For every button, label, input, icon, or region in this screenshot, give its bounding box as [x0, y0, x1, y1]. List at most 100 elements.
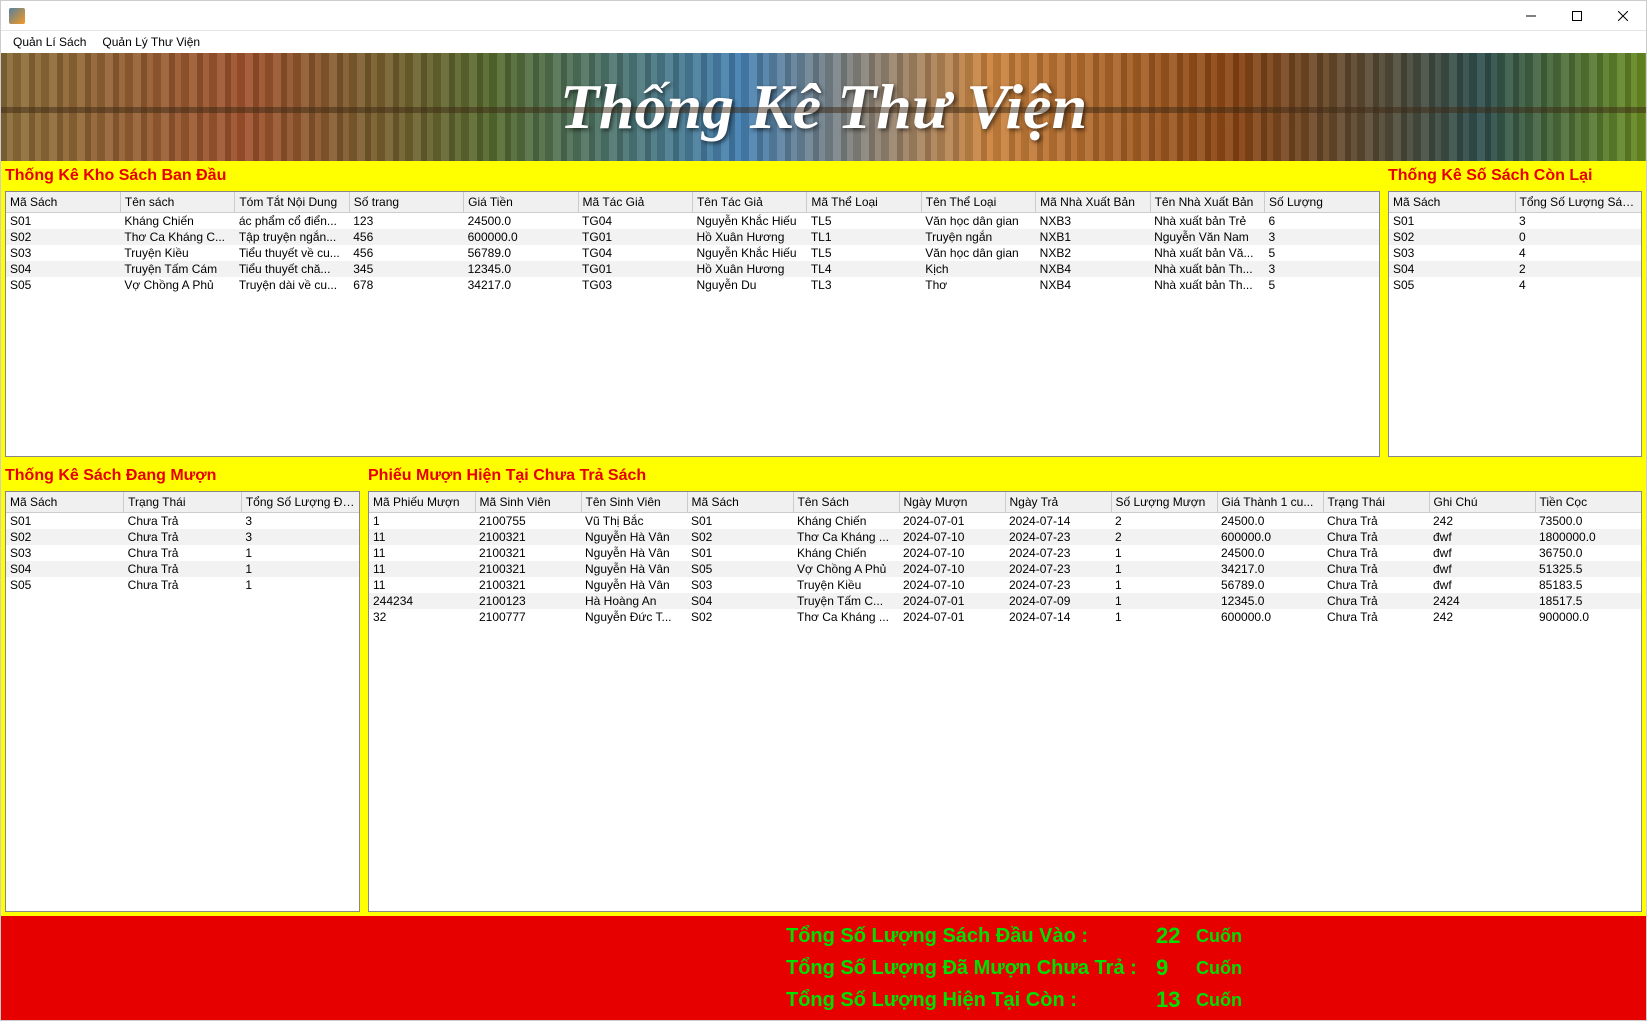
table-header[interactable]: Tên Thể Loại: [921, 192, 1035, 212]
table-cell: Chưa Trả: [124, 545, 242, 561]
table-cell: Nhà xuất bản Th...: [1150, 261, 1264, 277]
table-dangmuon[interactable]: Mã SáchTrạng TháiTổng Số Lượng Đan... S0…: [6, 492, 359, 593]
table-cell: Truyện ngắn: [921, 229, 1035, 245]
table-cell: 2100123: [475, 593, 581, 609]
table-header[interactable]: Tiền Cọc: [1535, 492, 1641, 512]
menu-quan-li-sach[interactable]: Quản Lí Sách: [7, 33, 92, 51]
table-row[interactable]: 322100777Nguyễn Đức T...S02Thơ Ca Kháng …: [369, 609, 1641, 625]
table-cell: 2024-07-23: [1005, 529, 1111, 545]
table-header[interactable]: Giá Tiền: [464, 192, 578, 212]
table-header[interactable]: Tên Nhà Xuất Bản: [1150, 192, 1264, 212]
table-header[interactable]: Mã Sách: [687, 492, 793, 512]
footer-label-borrowed: Tổng Số Lượng Đã Mượn Chưa Trả :: [786, 957, 1156, 980]
table-row[interactable]: S04Truyện Tấm CámTiểu thuyết chă...34512…: [6, 261, 1379, 277]
table-row[interactable]: S01Chưa Trả3: [6, 512, 359, 529]
table-phieu[interactable]: Mã Phiếu MượnMã Sinh ViênTên Sinh ViênMã…: [369, 492, 1641, 625]
table-cell: Truyện Tấm C...: [793, 593, 899, 609]
table-row[interactable]: S02Thơ Ca Kháng C...Tập truyện ngắn...45…: [6, 229, 1379, 245]
table-cell: TG04: [578, 212, 692, 229]
table-header[interactable]: Tóm Tắt Nội Dung: [235, 192, 349, 212]
table-row[interactable]: S042: [1389, 261, 1641, 277]
table-dangmuon-wrap[interactable]: Mã SáchTrạng TháiTổng Số Lượng Đan... S0…: [5, 491, 360, 912]
panel-con-lai: Thống Kê Số Sách Còn Lại Mã SáchTổng Số …: [1388, 163, 1642, 457]
menu-quan-ly-thu-vien[interactable]: Quản Lý Thư Viện: [96, 33, 206, 51]
close-button[interactable]: [1600, 1, 1646, 31]
table-phieu-wrap[interactable]: Mã Phiếu MượnMã Sinh ViênTên Sinh ViênMã…: [368, 491, 1642, 912]
table-header[interactable]: Mã Nhà Xuất Bản: [1036, 192, 1150, 212]
table-header[interactable]: Trạng Thái: [1323, 492, 1429, 512]
table-row[interactable]: 112100321Nguyễn Hà VânS03Truyện Kiều2024…: [369, 577, 1641, 593]
table-cell: Chưa Trả: [124, 529, 242, 545]
table-header[interactable]: Tên Sách: [793, 492, 899, 512]
table-cell: Nguyễn Văn Nam: [1150, 229, 1264, 245]
table-row[interactable]: S020: [1389, 229, 1641, 245]
table-cell: 345: [349, 261, 463, 277]
table-row[interactable]: S013: [1389, 212, 1641, 229]
table-header[interactable]: Số trang: [349, 192, 463, 212]
table-row[interactable]: S03Chưa Trả1: [6, 545, 359, 561]
table-row[interactable]: S04Chưa Trả1: [6, 561, 359, 577]
table-header[interactable]: Mã Thể Loại: [807, 192, 921, 212]
table-cell: 34217.0: [1217, 561, 1323, 577]
table-header[interactable]: Ghi Chú: [1429, 492, 1535, 512]
table-cell: 1: [1111, 593, 1217, 609]
table-row[interactable]: 2442342100123Hà Hoàng AnS04Truyện Tấm C.…: [369, 593, 1641, 609]
table-header[interactable]: Mã Tác Giả: [578, 192, 692, 212]
table-row[interactable]: S02Chưa Trả3: [6, 529, 359, 545]
table-row[interactable]: S01Kháng Chiếnác phẩm cổ điển...12324500…: [6, 212, 1379, 229]
table-header[interactable]: Tổng Số Lượng Sách ...: [1515, 192, 1641, 212]
table-row[interactable]: 12100755Vũ Thị BắcS01Kháng Chiến2024-07-…: [369, 512, 1641, 529]
table-cell: 18517.5: [1535, 593, 1641, 609]
table-row[interactable]: 112100321Nguyễn Hà VânS05Vợ Chồng A Phủ2…: [369, 561, 1641, 577]
table-cell: 1: [1111, 609, 1217, 625]
table-header[interactable]: Tên Tác Giả: [692, 192, 806, 212]
table-cell: 1: [369, 512, 475, 529]
table-cell: Truyện dài về cu...: [235, 277, 349, 293]
table-header[interactable]: Số Lượng: [1264, 192, 1379, 212]
titlebar-left: [9, 8, 31, 24]
table-header[interactable]: Ngày Mượn: [899, 492, 1005, 512]
table-kho-wrap[interactable]: Mã SáchTên sáchTóm Tắt Nội DungSố trangG…: [5, 191, 1380, 457]
table-cell: 1: [241, 577, 359, 593]
table-header[interactable]: Mã Phiếu Mượn: [369, 492, 475, 512]
table-cell: 12345.0: [464, 261, 578, 277]
table-cell: 4: [1515, 245, 1641, 261]
table-header[interactable]: Ngày Trả: [1005, 492, 1111, 512]
table-cell: S02: [687, 529, 793, 545]
table-row[interactable]: S054: [1389, 277, 1641, 293]
maximize-button[interactable]: [1554, 1, 1600, 31]
table-conlai-wrap[interactable]: Mã SáchTổng Số Lượng Sách ... S013S020S0…: [1388, 191, 1642, 457]
table-header[interactable]: Mã Sách: [6, 492, 124, 512]
table-row[interactable]: S05Vợ Chồng A PhủTruyện dài về cu...6783…: [6, 277, 1379, 293]
table-header[interactable]: Tên sách: [120, 192, 234, 212]
table-cell: 2024-07-10: [899, 529, 1005, 545]
table-header[interactable]: Tên Sinh Viên: [581, 492, 687, 512]
table-kho[interactable]: Mã SáchTên sáchTóm Tắt Nội DungSố trangG…: [6, 192, 1379, 293]
table-header[interactable]: Mã Sách: [1389, 192, 1515, 212]
table-cell: 6: [1264, 212, 1379, 229]
table-header[interactable]: Trạng Thái: [124, 492, 242, 512]
table-cell: Vũ Thị Bắc: [581, 512, 687, 529]
table-cell: 3: [1264, 261, 1379, 277]
minimize-button[interactable]: [1508, 1, 1554, 31]
table-cell: Hồ Xuân Hương: [692, 261, 806, 277]
table-header[interactable]: Tổng Số Lượng Đan...: [241, 492, 359, 512]
table-cell: TG04: [578, 245, 692, 261]
table-header[interactable]: Giá Thành 1 cu...: [1217, 492, 1323, 512]
panel-kho-title: Thống Kê Kho Sách Ban Đầu: [5, 163, 1380, 191]
table-cell: S04: [687, 593, 793, 609]
table-cell: Chưa Trả: [1323, 609, 1429, 625]
table-conlai[interactable]: Mã SáchTổng Số Lượng Sách ... S013S020S0…: [1389, 192, 1641, 293]
table-row[interactable]: 112100321Nguyễn Hà VânS02Thơ Ca Kháng ..…: [369, 529, 1641, 545]
table-cell: S05: [1389, 277, 1515, 293]
table-row[interactable]: S05Chưa Trả1: [6, 577, 359, 593]
table-cell: đwf: [1429, 545, 1535, 561]
table-cell: 11: [369, 577, 475, 593]
table-header[interactable]: Số Lượng Mượn: [1111, 492, 1217, 512]
table-row[interactable]: 112100321Nguyễn Hà VânS01Kháng Chiến2024…: [369, 545, 1641, 561]
panel-conlai-title: Thống Kê Số Sách Còn Lại: [1388, 163, 1642, 191]
table-header[interactable]: Mã Sách: [6, 192, 120, 212]
table-row[interactable]: S03Truyện KiềuTiểu thuyết về cu...456567…: [6, 245, 1379, 261]
table-row[interactable]: S034: [1389, 245, 1641, 261]
table-header[interactable]: Mã Sinh Viên: [475, 492, 581, 512]
